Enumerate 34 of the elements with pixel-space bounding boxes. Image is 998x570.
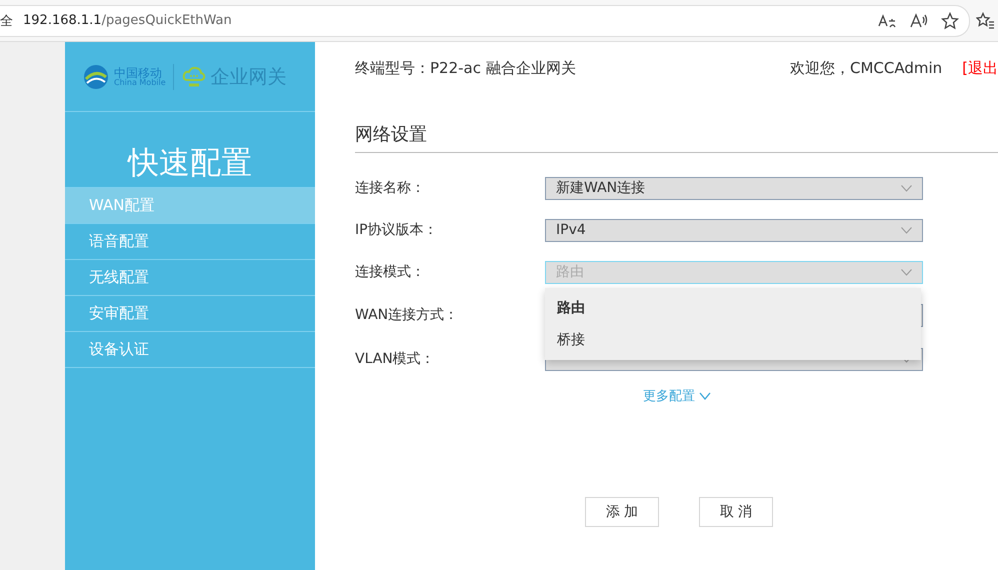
sidebar-item[interactable]: 无线配置: [65, 259, 315, 295]
select-field[interactable]: 新建WAN连接: [545, 176, 923, 200]
sidebar-item[interactable]: 设备认证: [65, 331, 315, 368]
field-label: WAN连接方式：: [355, 306, 460, 324]
section-title: 网络设置: [355, 94, 998, 153]
sidebar-item[interactable]: 安审配置: [65, 295, 315, 331]
logo-icon: [82, 62, 110, 90]
dropdown-option[interactable]: 桥接: [545, 324, 921, 356]
logo-subtext: China Mobile: [114, 78, 166, 86]
field-label: VLAN模式：: [355, 350, 436, 368]
read-aloud-icon[interactable]: [909, 12, 929, 28]
star-icon[interactable]: [941, 12, 959, 30]
chevron-down-icon: [699, 392, 711, 400]
logout-link[interactable]: [退出: [962, 58, 998, 78]
logo-text: 中国移动: [114, 66, 162, 78]
security-label: 全: [0, 12, 14, 30]
model-text: 终端型号：P22-ac 融合企业网关: [355, 58, 576, 78]
chevron-icon: [901, 268, 912, 276]
cancel-button[interactable]: 取 消: [699, 497, 773, 527]
more-config-link[interactable]: 更多配置: [643, 387, 711, 405]
dropdown-option[interactable]: 路由: [545, 292, 921, 324]
favorites-icon[interactable]: [976, 12, 994, 30]
chevron-icon: [901, 184, 912, 192]
select-field[interactable]: IPv4: [545, 218, 923, 242]
add-button[interactable]: 添 加: [585, 497, 659, 527]
sidebar-title: 快速配置: [126, 144, 253, 183]
field-label: IP协议版本：: [355, 221, 439, 239]
url-text: 192.168.1.1/pagesQuickEthWan: [23, 13, 232, 28]
field-label: 连接模式：: [355, 263, 426, 281]
address-bar[interactable]: 全 192.168.1.1/pagesQuickEthWan: [0, 4, 970, 36]
field-label: 连接名称：: [355, 179, 426, 197]
chevron-icon: [901, 226, 912, 234]
sidebar-item[interactable]: 语音配置: [65, 223, 315, 259]
welcome-text: 欢迎您，CMCCAdmin: [790, 58, 942, 78]
